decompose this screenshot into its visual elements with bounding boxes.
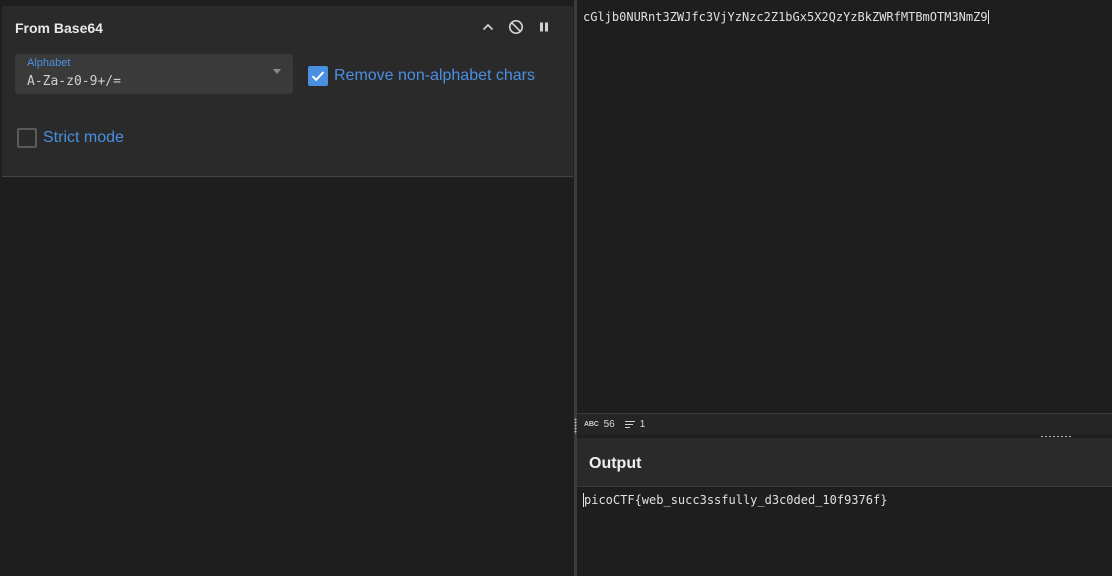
text-cursor: [987, 10, 989, 24]
dropdown-caret-icon: [273, 69, 281, 74]
output-textarea[interactable]: picoCTF{web_succ3ssfully_d3c0ded_10f9376…: [583, 493, 887, 507]
operation-controls: [479, 18, 553, 36]
output-header: Output: [577, 438, 1112, 487]
input-textarea[interactable]: cGljb0NURnt3ZWJfc3VjYzNzc2Z1bGx5X2QzYzBk…: [583, 10, 989, 24]
input-length-value: 56: [603, 419, 615, 430]
pause-icon[interactable]: [535, 18, 553, 36]
remove-non-alphabet-label: Remove non-alphabet chars: [334, 67, 536, 84]
recipe-pane: From Base64 Alphabet A-Za-z0-9+/= Remove…: [0, 0, 574, 576]
output-text: picoCTF{web_succ3ssfully_d3c0ded_10f9376…: [584, 493, 888, 507]
output-pane[interactable]: picoCTF{web_succ3ssfully_d3c0ded_10f9376…: [577, 487, 1112, 576]
operation-from-base64: From Base64 Alphabet A-Za-z0-9+/= Remove…: [2, 6, 573, 177]
checkbox-unchecked-icon[interactable]: [17, 128, 37, 148]
strict-mode-checkbox[interactable]: Strict mode: [17, 128, 124, 148]
output-title: Output: [589, 455, 642, 472]
input-lines-value: 1: [639, 419, 646, 430]
operation-title: From Base64: [15, 20, 103, 36]
alphabet-select[interactable]: Alphabet A-Za-z0-9+/=: [15, 54, 293, 94]
checkbox-checked-icon[interactable]: [308, 66, 328, 86]
input-status-bar: ABC 56 1: [577, 413, 1112, 435]
alphabet-label: Alphabet: [27, 57, 71, 69]
input-lines-stat: 1: [624, 419, 646, 430]
disable-icon[interactable]: [507, 18, 525, 36]
input-text: cGljb0NURnt3ZWJfc3VjYzNzc2Z1bGx5X2QzYzBk…: [583, 10, 988, 24]
cyberchef-window: From Base64 Alphabet A-Za-z0-9+/= Remove…: [0, 0, 1112, 576]
remove-non-alphabet-checkbox[interactable]: Remove non-alphabet chars: [308, 66, 535, 86]
input-length-stat: ABC 56: [584, 419, 615, 430]
strict-mode-label: Strict mode: [43, 129, 124, 146]
alphabet-value: A-Za-z0-9+/=: [27, 74, 121, 89]
lines-icon: [624, 421, 635, 428]
input-pane[interactable]: cGljb0NURnt3ZWJfc3VjYzNzc2Z1bGx5X2QzYzBk…: [577, 0, 1112, 413]
chevron-up-icon[interactable]: [479, 18, 497, 36]
abc-icon: ABC: [584, 421, 599, 428]
